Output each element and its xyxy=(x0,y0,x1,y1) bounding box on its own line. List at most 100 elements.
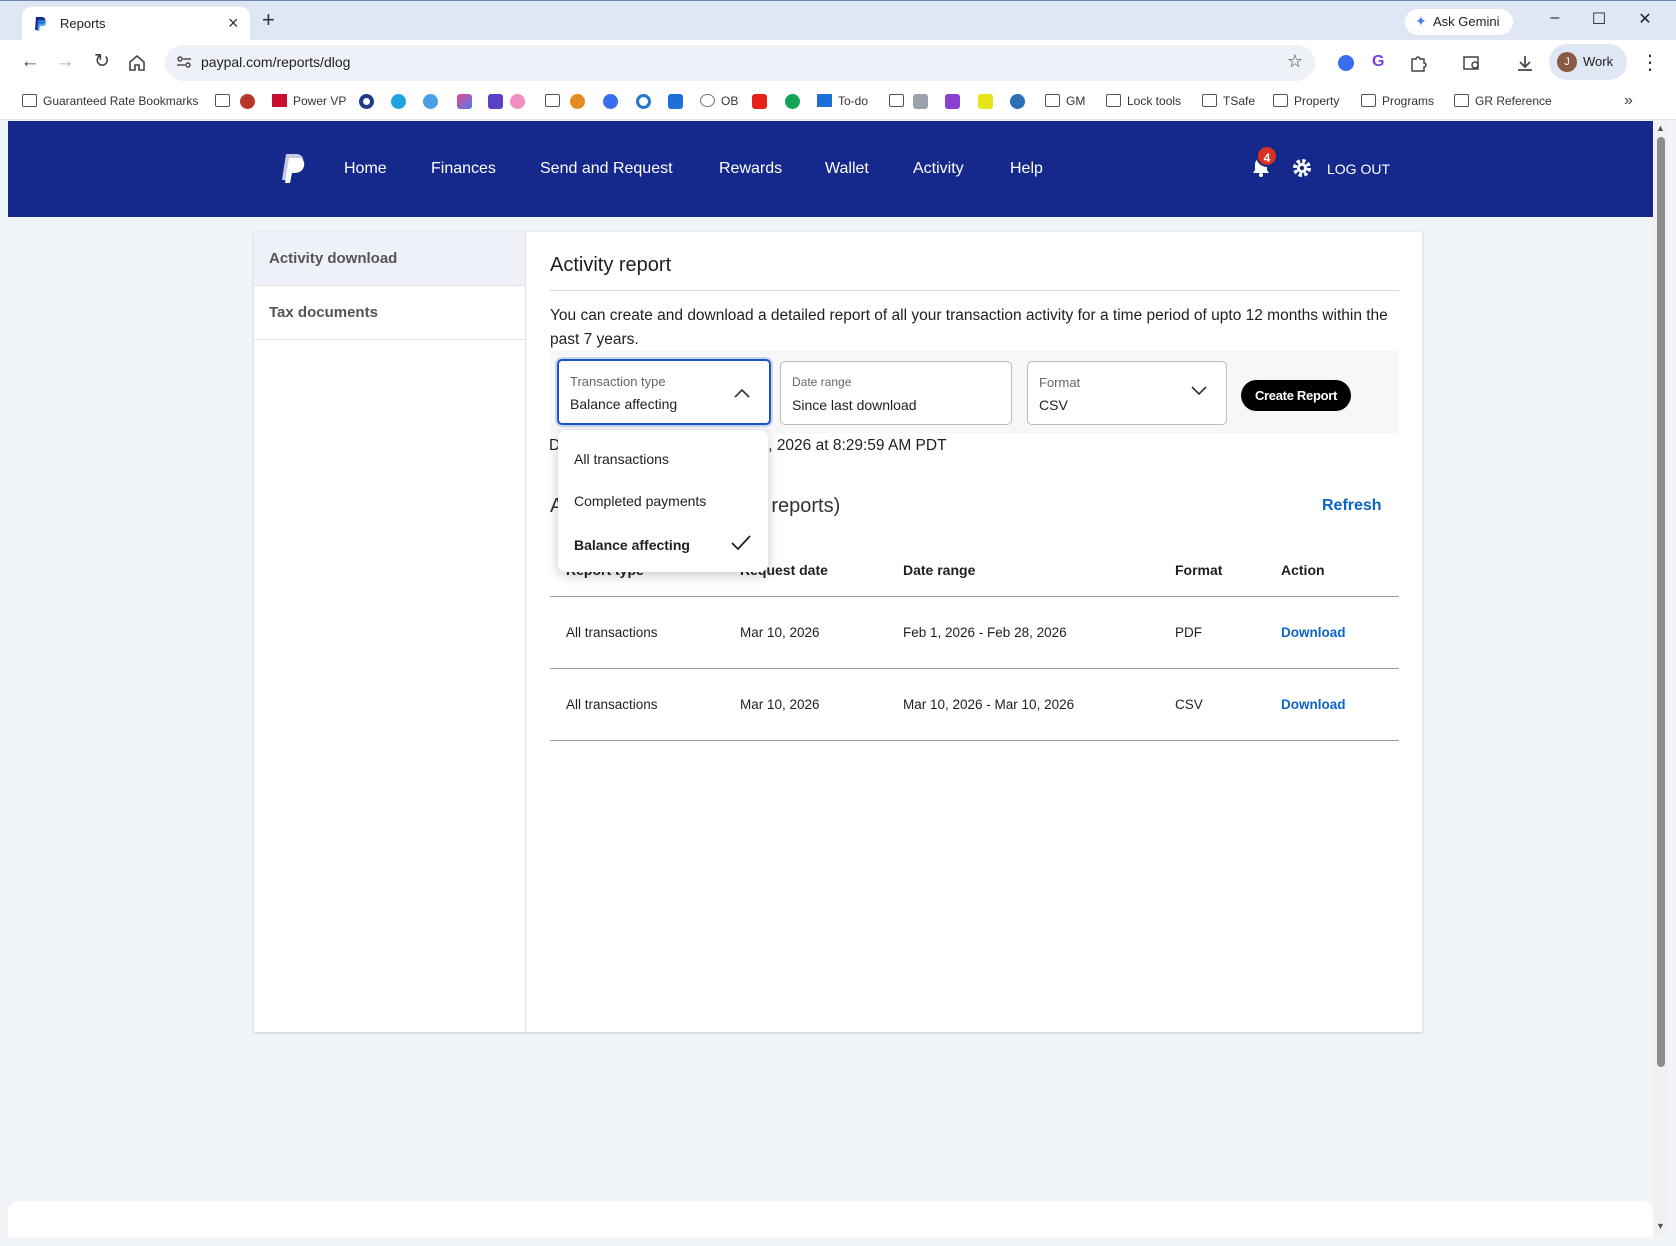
address-bar[interactable]: paypal.com/reports/dlog ☆ xyxy=(165,45,1315,81)
tab-search-icon[interactable] xyxy=(1462,53,1482,73)
bookmarks-bar: Guaranteed Rate Bookmarks Power VP OB To… xyxy=(0,86,1676,120)
nav-help[interactable]: Help xyxy=(1010,160,1043,178)
nav-activity[interactable]: Activity xyxy=(913,160,964,178)
tab-close-icon[interactable]: × xyxy=(228,13,239,33)
extensions-puzzle-icon[interactable] xyxy=(1409,53,1429,73)
browser-tab-strip: Reports × + ✦ Ask Gemini – ☐ ✕ xyxy=(0,0,1676,41)
report-description: You can create and download a detailed r… xyxy=(550,307,1388,348)
sidebar-item-activity-download[interactable]: Activity download xyxy=(254,232,525,286)
ask-gemini-button[interactable]: ✦ Ask Gemini xyxy=(1405,9,1513,35)
scrollbar-thumb[interactable] xyxy=(1657,137,1665,1067)
bookmark-property[interactable]: Property xyxy=(1273,94,1339,112)
bookmark-site[interactable] xyxy=(945,94,960,112)
minimize-window-icon[interactable]: – xyxy=(1543,9,1567,27)
date-range-field[interactable]: Date range Since last download xyxy=(780,361,1012,425)
bookmark-gr-reference[interactable]: GR Reference xyxy=(1454,94,1552,112)
column-header-action: Action xyxy=(1281,562,1325,578)
bookmark-to-do[interactable]: To-do xyxy=(817,94,868,112)
bookmark-folder[interactable] xyxy=(889,94,910,112)
nav-home[interactable]: Home xyxy=(344,160,387,178)
paypal-header: Home Finances Send and Request Rewards W… xyxy=(8,121,1653,217)
close-window-icon[interactable]: ✕ xyxy=(1633,9,1657,29)
download-link[interactable]: Download xyxy=(1281,625,1346,640)
bookmark-site[interactable] xyxy=(240,94,255,112)
bookmark-site[interactable] xyxy=(913,94,928,112)
extension-g-icon[interactable]: G xyxy=(1372,53,1392,73)
transaction-type-select[interactable]: Transaction type Balance affecting xyxy=(557,359,771,425)
refresh-link[interactable]: Refresh xyxy=(1322,497,1382,515)
paypal-logo-icon[interactable] xyxy=(280,152,306,184)
nav-finances[interactable]: Finances xyxy=(431,160,496,178)
notification-badge: 4 xyxy=(1256,145,1278,167)
logout-link[interactable]: LOG OUT xyxy=(1327,161,1390,177)
profile-chip[interactable]: J Work xyxy=(1549,44,1627,80)
bookmark-site[interactable] xyxy=(488,94,503,112)
bookmark-power-vp[interactable]: Power VP xyxy=(272,94,346,112)
bookmark-tsafe[interactable]: TSafe xyxy=(1202,94,1255,112)
url-text: paypal.com/reports/dlog xyxy=(201,54,351,70)
bookmark-folder[interactable] xyxy=(545,94,566,112)
bookmark-gm[interactable]: GM xyxy=(1045,94,1085,112)
maximize-window-icon[interactable]: ☐ xyxy=(1587,9,1611,29)
back-arrow-icon[interactable]: ← xyxy=(18,51,42,73)
browser-menu-icon[interactable]: ⋮ xyxy=(1640,50,1660,75)
nav-wallet[interactable]: Wallet xyxy=(825,160,869,178)
download-link[interactable]: Download xyxy=(1281,697,1346,712)
bookmark-star-icon[interactable]: ☆ xyxy=(1287,51,1303,72)
bookmark-label: OB xyxy=(721,94,739,108)
bookmark-site[interactable] xyxy=(785,94,800,112)
bookmark-site[interactable] xyxy=(359,94,374,112)
scroll-up-arrow-icon[interactable]: ▲ xyxy=(1656,123,1665,133)
bookmark-site[interactable] xyxy=(752,94,767,112)
scroll-down-arrow-icon[interactable]: ▼ xyxy=(1656,1221,1665,1231)
reports-sidebar: Activity download Tax documents xyxy=(254,232,526,1032)
nav-rewards[interactable]: Rewards xyxy=(719,160,782,178)
bookmark-programs[interactable]: Programs xyxy=(1361,94,1434,112)
bookmark-guaranteed-rate[interactable]: Guaranteed Rate Bookmarks xyxy=(22,94,198,112)
new-tab-icon[interactable]: + xyxy=(262,8,275,32)
bookmark-site[interactable] xyxy=(457,94,472,112)
sidebar-item-tax-documents[interactable]: Tax documents xyxy=(254,286,525,340)
bookmark-site[interactable] xyxy=(668,94,683,112)
bookmark-label: To-do xyxy=(838,94,869,108)
bookmark-site[interactable] xyxy=(423,94,438,112)
browser-tab[interactable]: Reports × xyxy=(22,7,250,41)
settings-gear-icon[interactable] xyxy=(1291,157,1313,179)
downloads-icon[interactable] xyxy=(1515,53,1535,73)
bookmark-site[interactable] xyxy=(391,94,406,112)
bookmark-folder[interactable] xyxy=(215,94,236,112)
dropdown-option-balance-affecting[interactable]: Balance affecting xyxy=(574,537,690,553)
more-bookmarks-icon[interactable]: » xyxy=(1624,92,1633,110)
reports-card: Activity download Tax documents Activity… xyxy=(254,232,1422,1032)
bookmark-site[interactable] xyxy=(570,94,585,112)
cell-date-range: Feb 1, 2026 - Feb 28, 2026 xyxy=(903,625,1067,640)
folder-icon xyxy=(1202,94,1217,107)
extension-blue-circle-icon[interactable] xyxy=(1336,53,1356,73)
bookmark-site[interactable] xyxy=(510,94,525,112)
dropdown-option-all-transactions[interactable]: All transactions xyxy=(574,451,669,467)
create-report-button[interactable]: Create Report xyxy=(1241,380,1351,411)
cell-format: PDF xyxy=(1175,625,1202,640)
bookmark-ob[interactable]: OB xyxy=(700,94,738,112)
bookmark-site[interactable] xyxy=(603,94,618,112)
site-info-icon[interactable] xyxy=(175,53,193,71)
bookmark-site[interactable] xyxy=(978,94,993,112)
bookmark-label: TSafe xyxy=(1223,94,1256,108)
page-title: Activity report xyxy=(550,254,672,276)
dropdown-option-completed-payments[interactable]: Completed payments xyxy=(574,493,706,509)
page-scrollbar[interactable]: ▲ ▼ xyxy=(1653,121,1668,1237)
home-icon[interactable] xyxy=(128,54,146,72)
site-icon xyxy=(240,94,255,109)
gemini-sparkle-icon: ✦ xyxy=(1415,13,1427,29)
chevron-up-icon xyxy=(734,388,750,398)
nav-send-and-request[interactable]: Send and Request xyxy=(540,160,673,178)
reload-icon[interactable]: ↻ xyxy=(90,51,114,73)
blue-circle-icon xyxy=(603,94,618,109)
bookmark-lock-tools[interactable]: Lock tools xyxy=(1106,94,1181,112)
gray-icon xyxy=(913,94,928,109)
bookmark-site[interactable] xyxy=(1010,94,1025,112)
format-select[interactable]: Format CSV xyxy=(1027,361,1227,425)
forward-arrow-icon[interactable]: → xyxy=(53,51,77,73)
divider xyxy=(550,290,1399,291)
bookmark-site[interactable] xyxy=(636,94,651,112)
